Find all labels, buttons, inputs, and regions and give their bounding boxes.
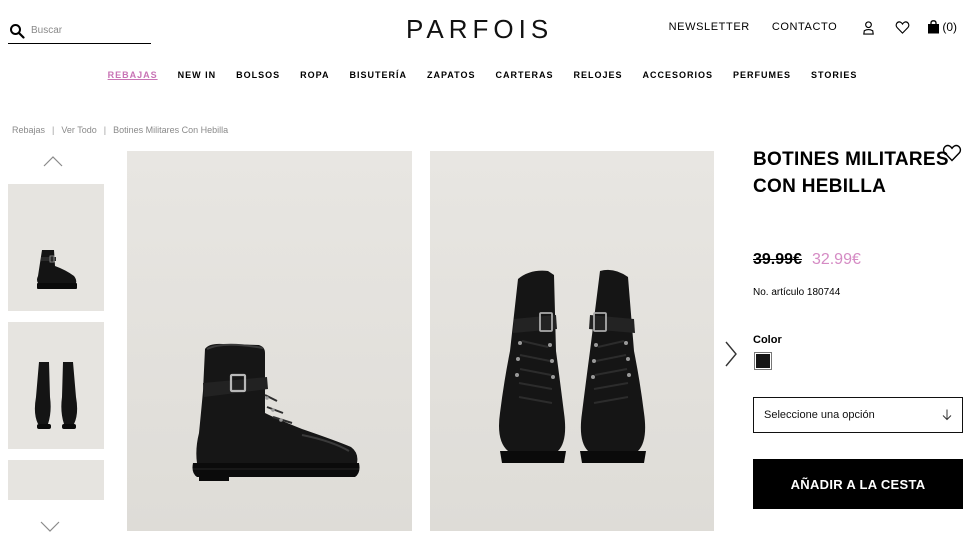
breadcrumb-item-current[interactable]: Botines Militares Con Hebilla [113,125,228,135]
heart-icon [895,20,910,34]
main-nav: REBAJAS NEW IN BOLSOS ROPA BISUTERÍA ZAP… [0,69,965,81]
original-price: 39.99€ [753,251,802,268]
boots-front-image [8,322,104,449]
nav-item-relojes[interactable]: RELOJES [564,69,633,81]
breadcrumb: Rebajas | Ver Todo | Botines Militares C… [12,125,228,135]
nav-item-ropa[interactable]: ROPA [290,69,339,81]
add-to-cart-button[interactable]: AÑADIR A LA CESTA [753,459,963,509]
nav-item-rebajas[interactable]: REBAJAS [98,69,168,81]
nav-item-zapatos[interactable]: ZAPATOS [417,69,486,81]
swatch-fill [756,354,770,368]
breadcrumb-item-ver-todo[interactable]: Ver Todo [61,125,96,135]
nav-item-bisuteria[interactable]: BISUTERÍA [339,69,417,81]
size-select[interactable]: Seleccione una opción [753,397,963,433]
nav-item-accesorios[interactable]: ACCESORIOS [633,69,724,81]
product-image-front[interactable] [430,151,714,531]
wishlist-heart-icon[interactable] [942,143,962,163]
account-button[interactable] [859,18,877,36]
chevron-down-icon[interactable] [40,521,60,533]
thumbnail-third-view[interactable] [8,460,104,500]
top-links: NEWSLETTER CONTACTO (0) [669,16,957,38]
chevron-up-icon[interactable] [43,155,63,167]
nav-item-perfumes[interactable]: PERFUMES [723,69,801,81]
nav-item-new-in[interactable]: NEW IN [168,69,227,81]
bag-icon [928,20,940,34]
article-number: No. artículo 180744 [753,287,841,298]
breadcrumb-separator: | [52,125,55,135]
search-icon [10,23,25,39]
sale-price: 32.99€ [811,251,861,268]
arrow-down-icon [942,409,952,421]
cart-count: (0) [942,20,957,34]
boot-side-image [8,184,104,311]
boots-front-photo [430,151,714,531]
chevron-right-icon[interactable] [724,341,738,367]
product-title: BOTINES MILITARES CON HEBILLA [753,149,949,197]
color-label: Color [753,334,782,346]
contact-link[interactable]: CONTACTO [772,21,838,33]
nav-item-carteras[interactable]: CARTERAS [485,69,563,81]
thumbnail-side-view[interactable] [8,184,104,311]
product-image-side[interactable] [127,151,412,531]
search-bar[interactable] [8,18,151,44]
boot-detail-image [8,460,104,500]
thumbnail-front-view[interactable] [8,322,104,449]
search-input[interactable] [31,25,141,36]
parfois-logo[interactable]: PARFOIS [406,14,566,44]
size-select-value: Seleccione una opción [764,409,875,421]
newsletter-link[interactable]: NEWSLETTER [669,21,750,33]
boot-side-photo [127,151,412,531]
user-icon [862,20,874,35]
breadcrumb-item-rebajas[interactable]: Rebajas [12,125,45,135]
color-swatch-black[interactable] [754,352,772,370]
wishlist-button[interactable] [893,18,911,36]
cart-button[interactable]: (0) [927,20,957,34]
price-block: 39.99€ 32.99€ [753,251,861,269]
nav-item-stories[interactable]: STORIES [801,69,867,81]
breadcrumb-separator: | [103,125,107,135]
nav-item-bolsos[interactable]: BOLSOS [226,69,290,81]
